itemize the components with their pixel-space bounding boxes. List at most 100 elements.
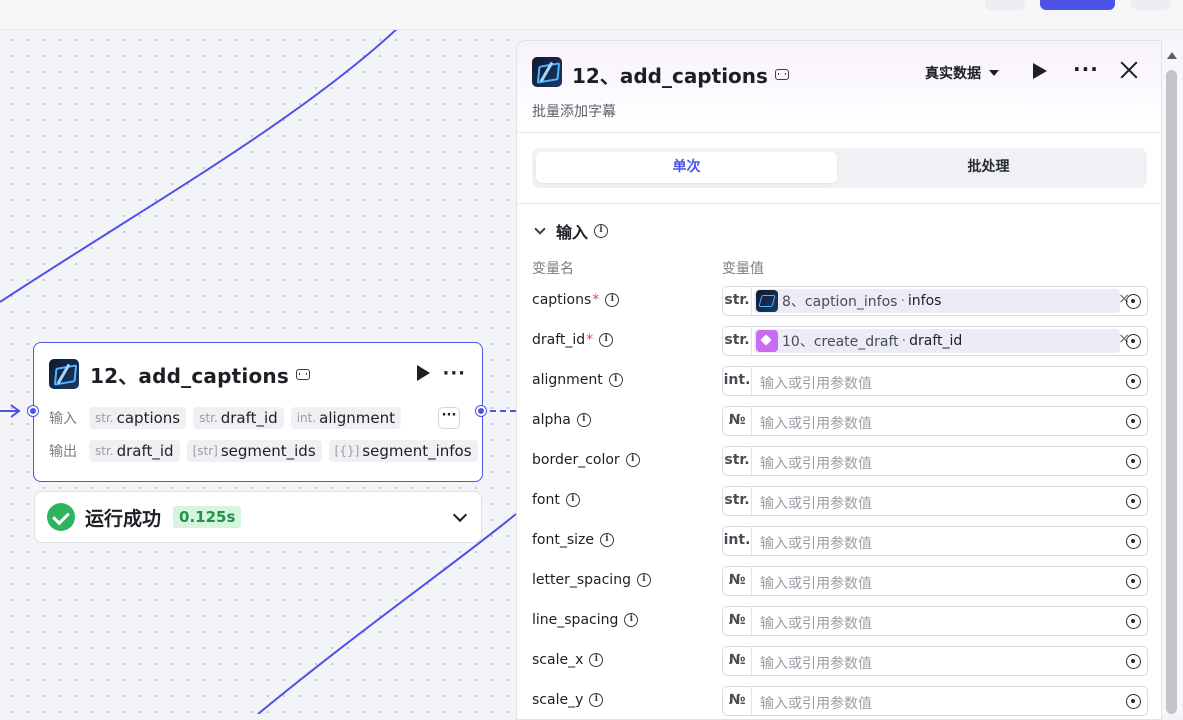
chevron-down-icon[interactable]	[534, 223, 546, 235]
reference-target-icon[interactable]	[1126, 294, 1141, 309]
info-icon[interactable]: i	[636, 573, 651, 587]
param-type: str.	[723, 447, 752, 475]
reference-chip[interactable]: 8、caption_infos · infos ×	[754, 289, 1130, 313]
param-placeholder: 输入或引用参数值	[760, 536, 872, 552]
col-header-value: 变量值	[722, 261, 764, 277]
param-row: captions * i str. 8、caption_infos · infos ×	[517, 286, 1161, 317]
output-port[interactable]	[476, 406, 486, 416]
ref-node: 8、caption_infos	[782, 294, 898, 310]
reference-target-icon[interactable]	[1126, 334, 1141, 349]
toolbar-primary-button[interactable]	[1040, 0, 1115, 10]
reference-target-icon[interactable]	[1126, 534, 1141, 549]
param-type: str.	[723, 327, 752, 355]
param-value-input[interactable]: № 输入或引用参数值	[722, 566, 1148, 596]
success-check-icon	[47, 503, 75, 531]
toolbar-button[interactable]	[985, 0, 1025, 10]
param-value-input[interactable]: int. 输入或引用参数值	[722, 366, 1148, 396]
required-mark: *	[592, 292, 600, 308]
toolbar-button[interactable]	[1131, 0, 1171, 10]
workflow-canvas[interactable]: 12、add_captions ··· 输入 str. captions str.…	[0, 30, 516, 714]
node-more-icon[interactable]: ···	[442, 363, 466, 384]
cube-icon	[756, 330, 778, 352]
run-node-icon[interactable]	[417, 365, 430, 381]
param-row: border_color i str. 输入或引用参数值	[517, 446, 1161, 477]
reference-target-icon[interactable]	[1126, 574, 1141, 589]
param-value-input[interactable]: № 输入或引用参数值	[722, 406, 1148, 436]
ref-field: draft_id	[909, 333, 963, 349]
reference-target-icon[interactable]	[1126, 494, 1141, 509]
param-placeholder: 输入或引用参数值	[760, 696, 872, 712]
top-toolbar	[0, 0, 1183, 30]
reference-target-icon[interactable]	[1126, 694, 1141, 709]
param-type: №	[723, 607, 752, 635]
plugin-app-icon	[49, 359, 79, 389]
info-icon[interactable]: i	[605, 293, 620, 307]
param-value-input[interactable]: str. 输入或引用参数值	[722, 446, 1148, 476]
input-chip: int. alignment	[290, 407, 401, 429]
panel-header: 12、add_captions 批量添加字幕 真实数据 ···	[517, 41, 1161, 133]
param-value-input[interactable]: № 输入或引用参数值	[722, 646, 1148, 676]
info-icon[interactable]: i	[576, 413, 591, 427]
param-value-input[interactable]: № 输入或引用参数值	[722, 606, 1148, 636]
inputs-more-button[interactable]: ···	[438, 407, 460, 429]
mode-tabs: 单次 批处理	[532, 148, 1147, 188]
panel-scrollbar[interactable]	[1162, 40, 1183, 714]
caret-down-icon	[989, 70, 999, 76]
reference-target-icon[interactable]	[1126, 374, 1141, 389]
reference-target-icon[interactable]	[1126, 414, 1141, 429]
param-row: font_size i int. 输入或引用参数值	[517, 526, 1161, 557]
info-icon[interactable]: i	[565, 493, 580, 507]
param-type: №	[723, 567, 752, 595]
reference-target-icon[interactable]	[1126, 654, 1141, 669]
param-value-input[interactable]: № 输入或引用参数值	[722, 686, 1148, 716]
tab-single[interactable]: 单次	[536, 152, 837, 183]
plugin-app-icon	[532, 57, 562, 87]
info-icon[interactable]: i	[589, 653, 604, 667]
info-icon[interactable]: i	[589, 693, 604, 707]
chip-fade	[394, 406, 434, 430]
run-icon[interactable]	[1033, 63, 1047, 79]
reference-target-icon[interactable]	[1126, 614, 1141, 629]
required-mark: *	[586, 332, 594, 348]
param-value-input[interactable]: str. 输入或引用参数值	[722, 486, 1148, 516]
reference-chip[interactable]: 10、create_draft · draft_id ×	[754, 329, 1130, 353]
scroll-up-icon[interactable]	[1167, 52, 1177, 59]
info-icon[interactable]: i	[608, 373, 623, 387]
data-mode-dropdown[interactable]: 真实数据	[925, 63, 999, 83]
workflow-node[interactable]: 12、add_captions ··· 输入 str. captions str.…	[33, 342, 483, 482]
ref-separator: ·	[900, 293, 905, 309]
scroll-thumb[interactable]	[1166, 70, 1177, 714]
output-chip: [{}] segment_infos	[328, 440, 478, 462]
input-section-header[interactable]: 输入 i	[532, 219, 609, 243]
param-name: captions	[532, 292, 592, 308]
info-icon[interactable]: i	[625, 453, 640, 467]
input-port[interactable]	[28, 406, 38, 416]
param-name: scale_x	[532, 652, 584, 668]
param-value-input[interactable]: str. 8、caption_infos · infos ×	[722, 286, 1148, 316]
output-chip: str. draft_id	[89, 440, 180, 462]
reference-target-icon[interactable]	[1126, 454, 1141, 469]
param-placeholder: 输入或引用参数值	[760, 576, 872, 592]
info-icon[interactable]: i	[600, 533, 615, 547]
close-icon[interactable]	[1120, 61, 1138, 79]
param-placeholder: 输入或引用参数值	[760, 376, 872, 392]
run-time-badge: 0.125s	[173, 506, 242, 528]
param-name: scale_y	[532, 692, 584, 708]
param-row: scale_x i № 输入或引用参数值	[517, 646, 1161, 677]
run-status-bar[interactable]: 运行成功 0.125s	[34, 491, 482, 543]
panel-description[interactable]: 批量添加字幕	[532, 101, 616, 121]
tab-batch[interactable]: 批处理	[838, 152, 1139, 183]
param-name: font_size	[532, 532, 595, 548]
info-icon[interactable]: i	[594, 224, 609, 238]
param-value-input[interactable]: str. 10、create_draft · draft_id ×	[722, 326, 1148, 356]
param-name: draft_id	[532, 332, 586, 348]
ref-node: 10、create_draft	[782, 334, 899, 350]
chevron-down-icon[interactable]	[452, 507, 468, 523]
param-type: №	[723, 687, 752, 715]
panel-title[interactable]: 12、add_captions	[572, 60, 768, 89]
info-icon[interactable]: i	[599, 333, 614, 347]
more-icon[interactable]: ···	[1073, 57, 1099, 81]
param-type: №	[723, 407, 752, 435]
param-value-input[interactable]: int. 输入或引用参数值	[722, 526, 1148, 556]
info-icon[interactable]: i	[624, 613, 639, 627]
